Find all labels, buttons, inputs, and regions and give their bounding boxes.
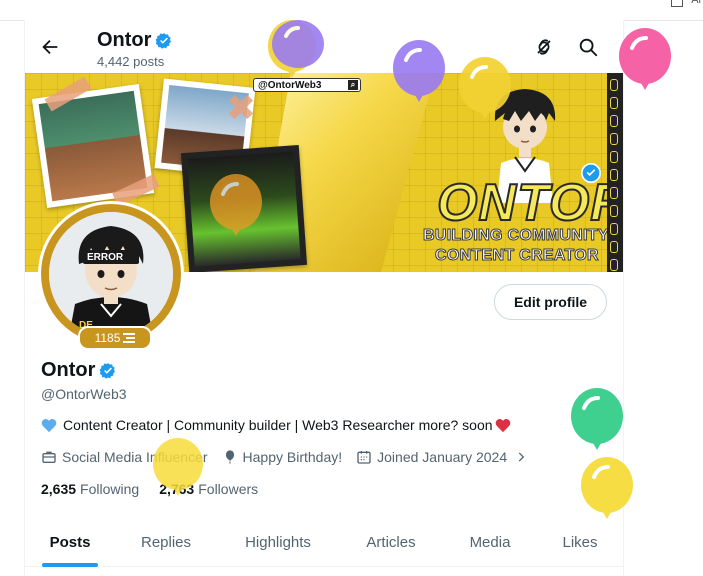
- profile-name-text: Ontor: [41, 359, 96, 381]
- profile-meta: Social Media Influencer Happy Birthday! …: [41, 449, 542, 465]
- banner-subtitle-2: CONTENT CREATOR: [435, 247, 600, 265]
- grok-icon[interactable]: [533, 36, 555, 58]
- profile-handle: @OntorWeb3: [41, 386, 127, 402]
- balloon-icon: [153, 438, 203, 496]
- banner-tape-cross: [228, 94, 254, 120]
- followers-label: Followers: [198, 481, 259, 497]
- profile-bio-text: Content Creator | Community builder | We…: [63, 417, 493, 433]
- active-tab-indicator: [42, 563, 98, 567]
- briefcase-icon: [42, 451, 56, 463]
- verified-badge-icon[interactable]: [155, 32, 173, 50]
- meta-birthday: Happy Birthday!: [222, 449, 343, 465]
- blue-heart-icon: [41, 418, 57, 432]
- balloon-icon: [581, 457, 633, 519]
- meta-birthday-text: Happy Birthday!: [242, 449, 343, 465]
- banner-film-strip: [607, 73, 623, 272]
- balloon-icon: [619, 28, 671, 90]
- search-icon: ⌕: [348, 80, 358, 90]
- avatar-character: DE ERROR: [49, 212, 173, 336]
- window-icon[interactable]: [671, 0, 683, 7]
- header-name-text: Ontor: [97, 29, 152, 51]
- edit-profile-button[interactable]: Edit profile: [494, 284, 607, 320]
- search-icon[interactable]: [577, 36, 599, 58]
- red-heart-icon: [495, 418, 510, 432]
- calendar-icon: [357, 451, 371, 464]
- browser-toolbar-strip: Ai: [0, 0, 703, 21]
- following-label: Following: [80, 481, 140, 497]
- profile-bio: Content Creator | Community builder | We…: [41, 417, 511, 433]
- following-count: 2,635: [41, 481, 77, 497]
- balloon-icon: [571, 388, 623, 450]
- balloon-icon: [459, 57, 511, 119]
- profile-tabs: Posts Replies Highlights Articles Media …: [25, 518, 623, 567]
- tab-replies[interactable]: Replies: [125, 518, 207, 566]
- profile-name: Ontor: [41, 359, 117, 382]
- following-link[interactable]: 2,635 Following: [41, 481, 139, 497]
- profile-column: Ontor 4,442 posts @OntorWeb3 ⌕ ONTOR BUI…: [24, 20, 624, 576]
- balloon-icon: [272, 20, 324, 68]
- meta-joined: Joined January 2024: [356, 449, 528, 465]
- menu-lines-icon: [123, 333, 136, 343]
- banner-subtitle-1: BUILDING COMMUNITY: [423, 227, 610, 245]
- avatar-image: DE ERROR: [49, 212, 173, 336]
- tab-articles[interactable]: Articles: [349, 518, 433, 566]
- balloon-icon: [393, 40, 445, 102]
- avatar-score-badge[interactable]: 1185: [78, 326, 152, 350]
- verified-badge-icon[interactable]: [99, 362, 117, 380]
- tab-posts[interactable]: Posts: [37, 518, 103, 566]
- banner-title: ONTOR: [436, 173, 623, 233]
- avatar-score-value: 1185: [94, 331, 121, 345]
- arrow-left-icon[interactable]: [39, 36, 61, 58]
- balloon-icon: [225, 450, 234, 464]
- extension-label[interactable]: Ai: [691, 0, 701, 6]
- header-posts-count: 4,442 posts: [97, 54, 165, 69]
- chevron-right-icon[interactable]: [514, 450, 528, 464]
- balloon-icon: [210, 174, 262, 236]
- meta-joined-text: Joined January 2024: [377, 449, 508, 465]
- profile-avatar[interactable]: DE ERROR: [41, 204, 181, 344]
- tab-media[interactable]: Media: [453, 518, 527, 566]
- tab-highlights[interactable]: Highlights: [229, 518, 327, 566]
- avatar-shirt-text: ERROR: [87, 252, 124, 263]
- header-name: Ontor: [97, 29, 173, 52]
